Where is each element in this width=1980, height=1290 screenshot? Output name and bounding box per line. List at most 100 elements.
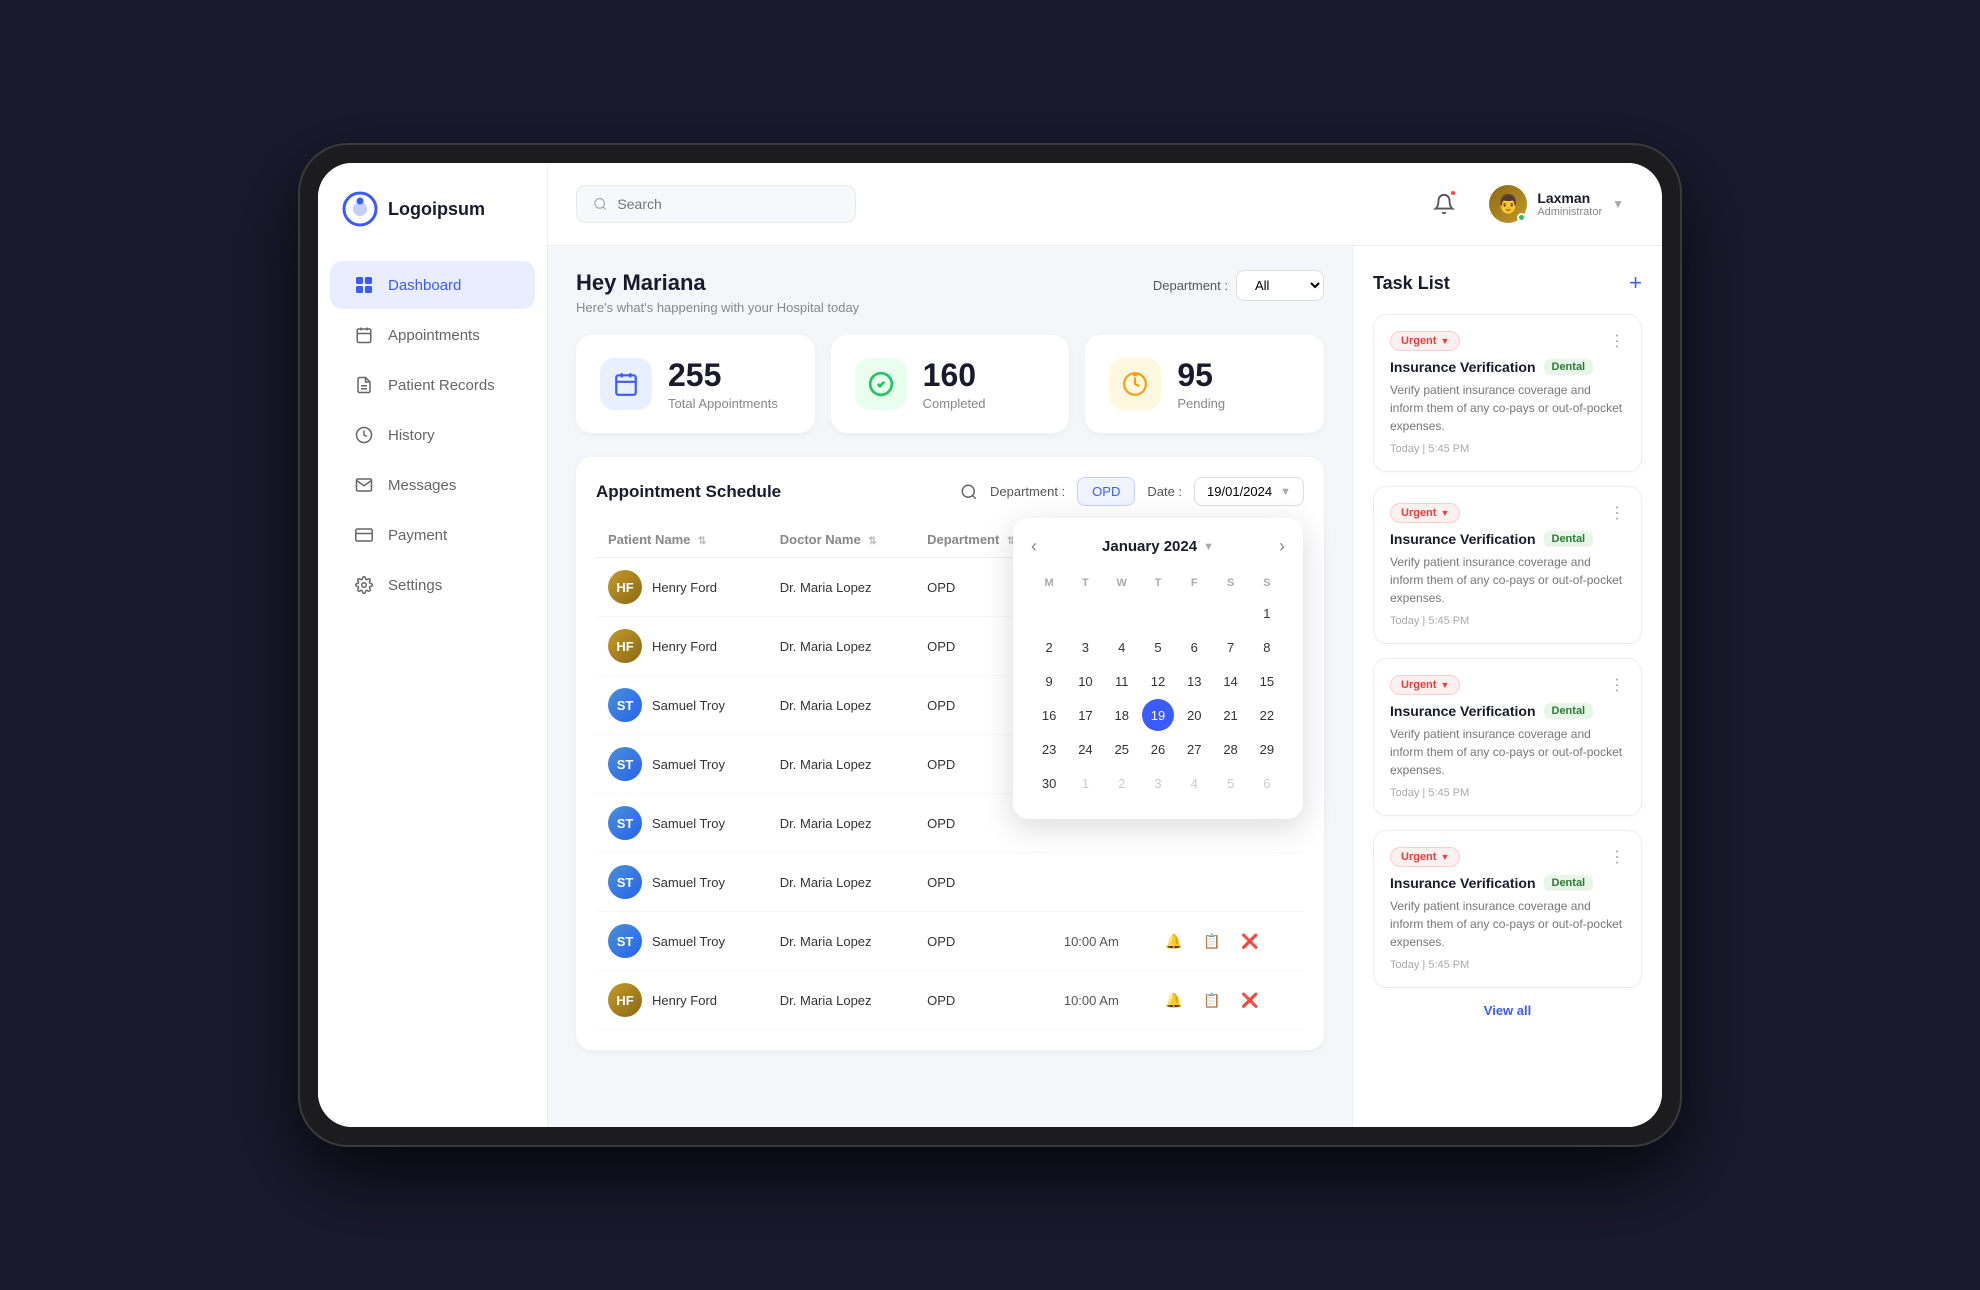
task-category-badge: Dental	[1544, 359, 1594, 375]
task-menu-button[interactable]: ⋮	[1609, 847, 1625, 867]
user-info[interactable]: 👨 Laxman Administrator ▼	[1479, 179, 1634, 229]
task-menu-button[interactable]: ⋮	[1609, 331, 1625, 351]
cal-day-17[interactable]: 17	[1069, 699, 1101, 731]
cal-day-23[interactable]: 23	[1033, 733, 1065, 765]
cal-day-4[interactable]: 4	[1178, 767, 1210, 799]
cal-day-26[interactable]: 26	[1142, 733, 1174, 765]
task-card-3: Urgent ▼ ⋮ Insurance Verification Dental…	[1373, 830, 1642, 988]
notify-icon[interactable]: 🔔	[1160, 986, 1188, 1014]
cal-day-20[interactable]: 20	[1178, 699, 1210, 731]
priority-chevron: ▼	[1440, 508, 1449, 518]
sidebar-item-dashboard[interactable]: Dashboard	[330, 261, 535, 309]
patient-cell: HF Henry Ford	[608, 629, 756, 663]
task-description: Verify patient insurance coverage and in…	[1390, 553, 1625, 607]
cal-day-28[interactable]: 28	[1215, 733, 1247, 765]
cal-day-5[interactable]: 5	[1142, 631, 1174, 663]
cal-day-5[interactable]: 5	[1215, 767, 1247, 799]
cal-day-4[interactable]: 4	[1106, 631, 1138, 663]
add-task-button[interactable]: +	[1629, 270, 1642, 296]
sidebar-item-payment[interactable]: Payment	[330, 511, 535, 559]
sidebar-item-history[interactable]: History	[330, 411, 535, 459]
cal-day-6[interactable]: 6	[1178, 631, 1210, 663]
appt-actions: 🔔 📋 ❌	[1148, 912, 1304, 971]
cal-day-2[interactable]: 2	[1106, 767, 1138, 799]
patient-avatar: HF	[608, 629, 642, 663]
cal-day-25[interactable]: 25	[1106, 733, 1138, 765]
cal-day-19[interactable]: 19	[1142, 699, 1174, 731]
sidebar-item-messages[interactable]: Messages	[330, 461, 535, 509]
cal-day-7[interactable]: 7	[1215, 631, 1247, 663]
patient-avatar: HF	[608, 570, 642, 604]
date-picker-button[interactable]: 19/01/2024 ▼ ‹ January 2024 ▼ › MTWTFSS …	[1194, 477, 1304, 506]
urgent-badge: Urgent ▼	[1390, 331, 1460, 351]
cal-day-24[interactable]: 24	[1069, 733, 1101, 765]
appt-patient: HF Henry Ford	[596, 617, 768, 676]
col-patient-name: Patient Name ⇅	[596, 522, 768, 558]
cal-day-29[interactable]: 29	[1251, 733, 1283, 765]
view-all-link[interactable]: View all	[1484, 1003, 1531, 1018]
task-menu-button[interactable]: ⋮	[1609, 503, 1625, 523]
priority-label: Urgent	[1401, 507, 1436, 519]
patient-avatar: ST	[608, 747, 642, 781]
cal-prev-button[interactable]: ‹	[1031, 536, 1037, 557]
cal-day-21[interactable]: 21	[1215, 699, 1247, 731]
cal-day-22[interactable]: 22	[1251, 699, 1283, 731]
nav-label-payment: Payment	[388, 527, 447, 544]
cal-day-11[interactable]: 11	[1106, 665, 1138, 697]
appt-doctor: Dr. Maria Lopez	[768, 853, 915, 912]
cal-day-12[interactable]: 12	[1142, 665, 1174, 697]
task-card-header: Urgent ▼ ⋮	[1390, 847, 1625, 867]
clipboard-icon[interactable]: 📋	[1198, 927, 1226, 955]
department-select[interactable]: All OPD Dental	[1236, 270, 1324, 301]
cancel-icon[interactable]: ❌	[1236, 986, 1264, 1014]
cal-day-6[interactable]: 6	[1251, 767, 1283, 799]
task-menu-button[interactable]: ⋮	[1609, 675, 1625, 695]
stat-card-completed: 160 Completed	[831, 335, 1070, 433]
cal-day-3[interactable]: 3	[1069, 631, 1101, 663]
search-input[interactable]	[617, 196, 839, 212]
cal-day-13[interactable]: 13	[1178, 665, 1210, 697]
patient-name: Samuel Troy	[652, 698, 725, 713]
date-value: 19/01/2024	[1207, 484, 1272, 499]
cancel-icon[interactable]: ❌	[1236, 927, 1264, 955]
cal-day-8[interactable]: 8	[1251, 631, 1283, 663]
cal-day-30[interactable]: 30	[1033, 767, 1065, 799]
logo-area: Logoipsum	[318, 191, 547, 259]
appt-patient: ST Samuel Troy	[596, 735, 768, 794]
chevron-down-icon2: ▼	[1280, 486, 1291, 498]
appt-actions: 🔔 📋 ❌	[1148, 971, 1304, 1030]
appointments-icon	[354, 325, 374, 345]
settings-icon	[354, 575, 374, 595]
notification-button[interactable]	[1425, 185, 1463, 223]
cal-day-18[interactable]: 18	[1106, 699, 1138, 731]
action-icons: 🔔 📋 ❌	[1160, 927, 1292, 955]
patient-cell: HF Henry Ford	[608, 570, 756, 604]
notify-icon[interactable]: 🔔	[1160, 927, 1188, 955]
cal-day-15[interactable]: 15	[1251, 665, 1283, 697]
search-box[interactable]	[576, 185, 856, 223]
sidebar-item-patient-records[interactable]: Patient Records	[330, 361, 535, 409]
patient-name: Henry Ford	[652, 639, 717, 654]
search-appointments-icon[interactable]	[960, 483, 978, 501]
sidebar-item-settings[interactable]: Settings	[330, 561, 535, 609]
logo-text: Logoipsum	[388, 199, 485, 220]
clipboard-icon[interactable]: 📋	[1198, 986, 1226, 1014]
sidebar-item-appointments[interactable]: Appointments	[330, 311, 535, 359]
cal-day-27[interactable]: 27	[1178, 733, 1210, 765]
cal-day-16[interactable]: 16	[1033, 699, 1065, 731]
cal-day-10[interactable]: 10	[1069, 665, 1101, 697]
cal-day-9[interactable]: 9	[1033, 665, 1065, 697]
cal-next-button[interactable]: ›	[1279, 536, 1285, 557]
priority-chevron: ▼	[1440, 680, 1449, 690]
messages-icon	[354, 475, 374, 495]
stat-card-pending: 95 Pending	[1085, 335, 1324, 433]
patient-cell: ST Samuel Troy	[608, 924, 756, 958]
cal-day-3[interactable]: 3	[1142, 767, 1174, 799]
cal-day-1[interactable]: 1	[1069, 767, 1101, 799]
dept-badge[interactable]: OPD	[1077, 477, 1135, 506]
cal-day-1[interactable]: 1	[1251, 597, 1283, 629]
cal-day-14[interactable]: 14	[1215, 665, 1247, 697]
cal-day-2[interactable]: 2	[1033, 631, 1065, 663]
patient-records-icon	[354, 375, 374, 395]
table-row: ST Samuel Troy Dr. Maria Lopez OPD	[596, 853, 1304, 912]
